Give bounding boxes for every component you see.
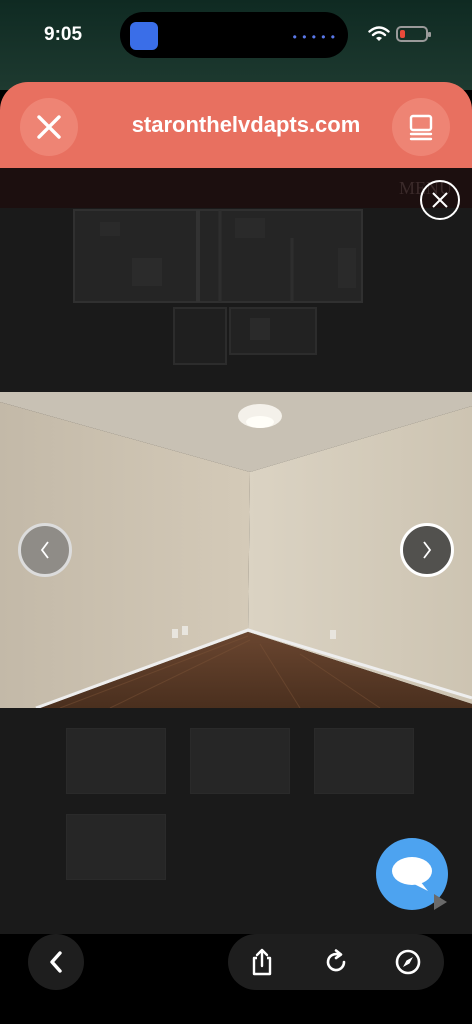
compass-button[interactable] <box>390 944 426 980</box>
app-icon <box>130 22 158 50</box>
wifi-icon <box>368 26 390 41</box>
gallery-thumbnail[interactable] <box>190 728 290 794</box>
battery-low-icon <box>396 26 431 42</box>
chevron-left-icon <box>50 951 62 973</box>
close-icon <box>37 115 61 139</box>
close-button[interactable] <box>20 98 78 156</box>
chevron-right-icon <box>423 541 432 559</box>
gallery-close-button[interactable] <box>420 180 460 220</box>
floor-plan-image <box>70 208 366 404</box>
activity-dots-icon: • • • • • <box>292 30 336 44</box>
tabs-icon <box>409 114 433 141</box>
gallery-thumbnail[interactable] <box>314 728 414 794</box>
chevron-left-icon <box>40 541 49 559</box>
back-button[interactable] <box>28 934 84 990</box>
close-icon <box>432 192 448 208</box>
share-button[interactable] <box>244 944 280 980</box>
chat-bubble-icon <box>392 857 432 891</box>
status-bar: 9:05 • • • • • <box>0 0 472 90</box>
compass-icon <box>395 949 421 975</box>
tabs-button[interactable] <box>392 98 450 156</box>
gallery-thumbnail[interactable] <box>66 814 166 880</box>
dynamic-island: • • • • • <box>120 12 348 58</box>
status-time: 9:05 <box>44 24 83 45</box>
reload-icon <box>326 949 346 972</box>
reload-button[interactable] <box>318 944 354 980</box>
browser-url-bar: staronthelvdapts.com <box>0 82 472 168</box>
share-icon <box>252 948 272 976</box>
gallery-thumbnail[interactable] <box>66 728 166 794</box>
browser-toolbar <box>0 934 472 1024</box>
next-photo-button[interactable] <box>400 523 454 577</box>
previous-photo-button[interactable] <box>18 523 72 577</box>
site-nav: MENU <box>0 168 472 208</box>
url-text[interactable]: staronthelvdapts.com <box>96 112 396 138</box>
browser-actions <box>228 934 444 990</box>
chat-pointer-icon <box>434 894 447 910</box>
